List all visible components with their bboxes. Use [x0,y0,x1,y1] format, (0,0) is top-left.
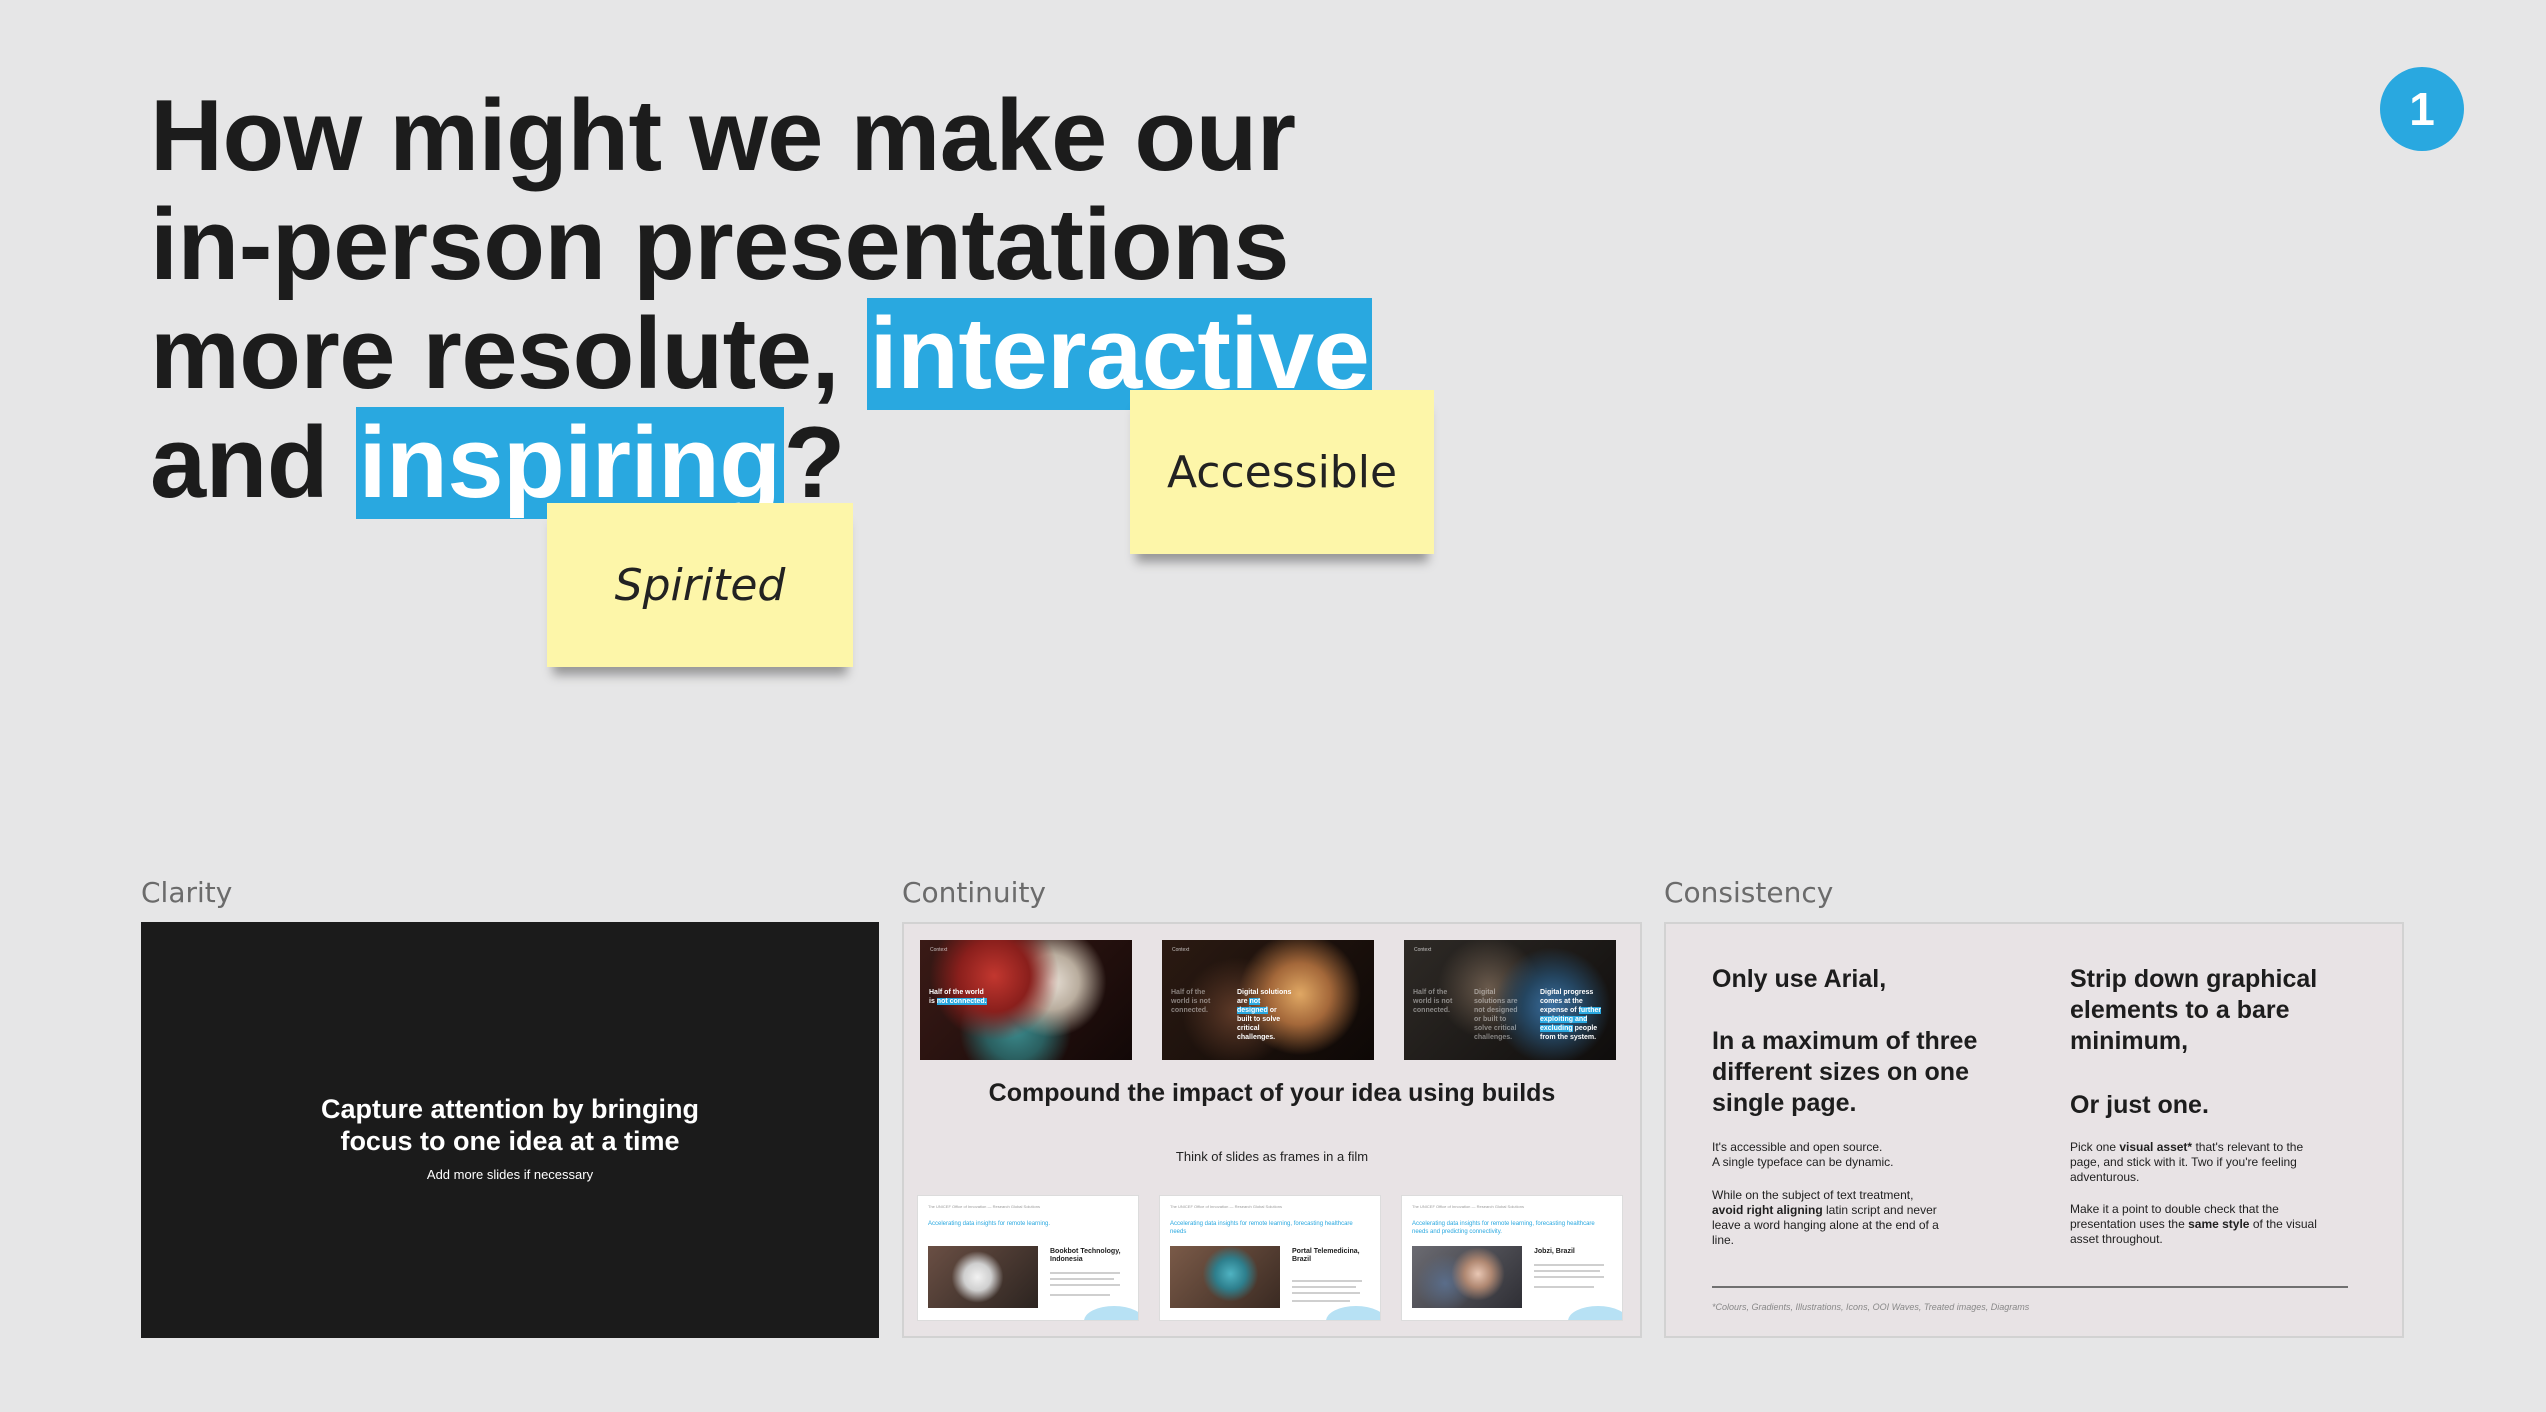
consistency-footnote: *Colours, Gradients, Illustrations, Icon… [1712,1302,2030,1312]
continuity-slide-subtitle: Think of slides as frames in a film [1175,1149,1369,1164]
consistency-right-body-1: Pick one visual asset* that's relevant t… [2070,1140,2320,1185]
section-label-clarity: Clarity [141,876,233,909]
sticky-note-text: Accessible [1166,446,1398,498]
photo-slide-text-highlight: not connected. [936,998,987,1005]
doc-slide-3: The UNICEF Office of Innovation — Resear… [1402,1196,1622,1320]
photo-slide-text: Half of the world is not connected. [929,988,987,1006]
sticky-note-accessible[interactable]: Accessible [1130,390,1434,554]
photo-slide-text-faded: Half of the world is not connected. [1413,988,1459,1015]
text-line [1534,1270,1600,1272]
photo-slide-label: Context [1414,947,1432,953]
text-line [1292,1280,1362,1282]
doc-slide-breadcrumb: The UNICEF Office of Innovation — Resear… [928,1204,1040,1209]
consistency-text-bold: avoid right aligning [1712,1203,1823,1217]
consistency-text-bold: same style [2188,1217,2250,1231]
photo-slide-2: Context Half of the world is not connect… [1162,940,1374,1060]
consistency-right-heading-1: Strip down graphical elements to a bare … [2070,965,2318,1055]
sticky-note-spirited[interactable]: Spirited [547,503,853,667]
doc-slide-breadcrumb: The UNICEF Office of Innovation — Resear… [1412,1204,1524,1209]
doc-slide-1: The UNICEF Office of Innovation — Resear… [918,1196,1138,1320]
consistency-slide[interactable]: Only use Arial, In a maximum of three di… [1664,922,2404,1338]
headline-text: more resolute, [150,298,867,410]
text-line [1050,1272,1120,1274]
clarity-slide[interactable]: Capture attention by bringing focus to o… [141,922,879,1338]
doc-slide-breadcrumb: The UNICEF Office of Innovation — Resear… [1170,1204,1282,1209]
text-line [1292,1300,1350,1302]
doc-slide-image [1412,1246,1522,1308]
wave-graphic [1568,1306,1622,1320]
sticky-note-text: Spirited [614,559,786,611]
text-line [1050,1284,1120,1286]
consistency-text: While on the subject of text treatment, [1712,1188,1914,1202]
consistency-text-bold: visual asset* [2119,1140,2193,1154]
text-line [1534,1276,1604,1278]
doc-slide-caption: Portal Telemedicina, Brazil [1292,1248,1360,1263]
consistency-right-body-2: Make it a point to double check that the… [2070,1202,2320,1247]
consistency-left-heading-2: In a maximum of three different sizes on… [1712,1027,1978,1117]
doc-slide-heading: Accelerating data insights for remote le… [928,1221,1051,1227]
doc-slide-heading: Accelerating data insights for remote le… [1412,1221,1595,1235]
step-number-badge: 1 [2380,67,2464,151]
consistency-left-heading-1: Only use Arial, [1712,965,1887,993]
doc-slide-heading: Accelerating data insights for remote le… [1170,1221,1353,1235]
photo-slide-text: Digital progress comes at the expense of… [1540,988,1606,1042]
photo-slide-text-faded: Half of the world is not connected. [1171,988,1221,1015]
section-label-consistency: Consistency [1664,876,1834,909]
photo-slide-text-faded: Digital solutions are not designed or bu… [1474,989,1518,1041]
doc-slide-caption: Jobzi, Brazil [1534,1248,1575,1255]
headline-line-1: How might we make our [150,80,1296,192]
text-line [1292,1292,1360,1294]
doc-slide-caption: Bookbot Technology, Indonesia [1050,1248,1121,1263]
consistency-right-heading-2: Or just one. [2070,1091,2209,1119]
headline-text: and [150,407,356,519]
text-line [1534,1264,1604,1266]
consistency-text: It's accessible and open source. [1712,1140,1883,1154]
consistency-text: A single typeface can be dynamic. [1712,1155,1894,1169]
wave-graphic [1326,1306,1380,1320]
consistency-left-body-2: While on the subject of text treatment, … [1712,1188,1940,1248]
text-line [1534,1286,1594,1288]
consistency-text: Pick one [2070,1140,2117,1154]
photo-slide-label: Context [930,947,948,953]
clarity-slide-title: Capture attention by bringing focus to o… [321,1093,699,1156]
continuity-slide-title: Compound the impact of your idea using b… [988,1079,1556,1107]
section-label-continuity: Continuity [902,876,1047,909]
doc-slide-image [1170,1246,1280,1308]
photo-slide-label: Context [1172,947,1190,953]
headline-line-2: in-person presentations [150,189,1289,301]
consistency-left-body-1: It's accessible and open source. A singl… [1712,1140,1952,1170]
continuity-slide[interactable]: Context Half of the world is not connect… [902,922,1642,1338]
photo-slide-3: Context Half of the world is not connect… [1404,940,1616,1060]
photo-slide-1: Context Half of the world is not connect… [920,940,1132,1060]
text-line [1050,1294,1110,1296]
photo-slide-text: Digital solutions are not designed or bu… [1237,988,1293,1042]
wave-graphic [1084,1306,1138,1320]
divider [1712,1286,2348,1288]
clarity-slide-subtitle: Add more slides if necessary [426,1166,594,1182]
text-line [1292,1286,1356,1288]
doc-slide-image [928,1246,1038,1308]
photo-slide-text-plain: Digital solutions are [1237,989,1292,1005]
doc-slide-2: The UNICEF Office of Innovation — Resear… [1160,1196,1380,1320]
text-line [1050,1278,1114,1280]
